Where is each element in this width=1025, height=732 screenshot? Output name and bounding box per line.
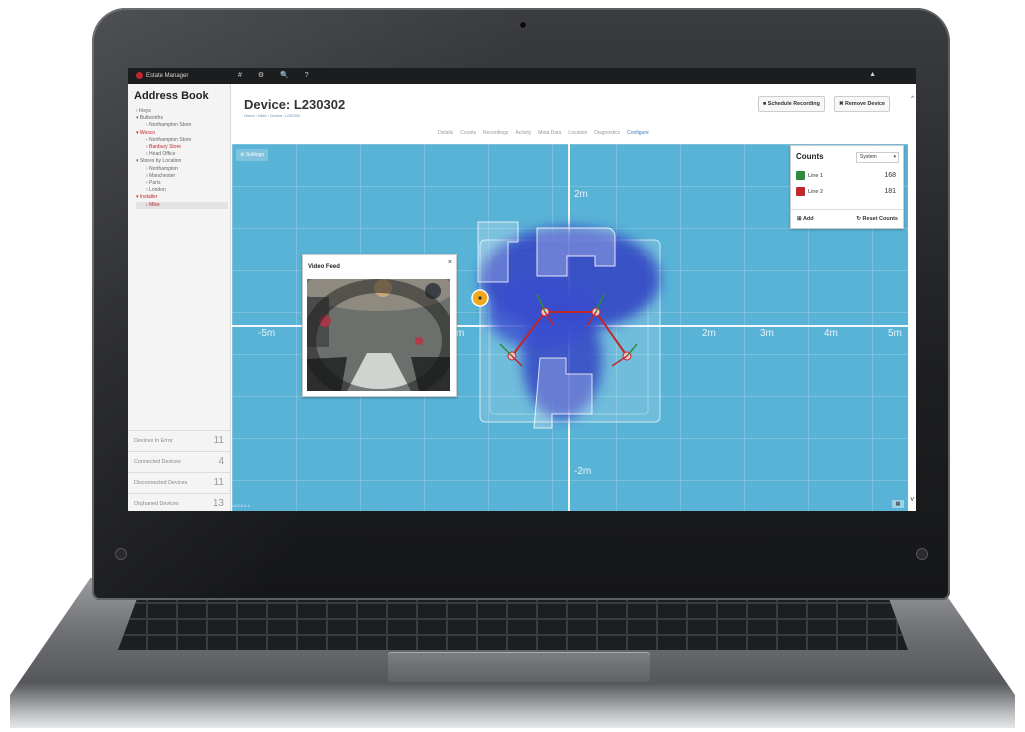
add-button[interactable]: ⊞ Add: [797, 216, 814, 222]
tab-meta-data[interactable]: Meta Data: [538, 130, 561, 136]
chevron-down-icon: ▾: [893, 154, 896, 160]
count-line-label: Line 1: [808, 172, 823, 179]
tree-item[interactable]: › Manchester: [136, 173, 228, 180]
count-row[interactable]: Line 2 181: [796, 187, 898, 200]
tick-x-label: 3m: [760, 328, 774, 339]
tree-item[interactable]: › London: [136, 187, 228, 194]
video-feed-image: [307, 279, 450, 391]
counts-footer: ⊞ Add ↻ Reset Counts: [791, 209, 903, 228]
person-icon[interactable]: ▲: [869, 71, 876, 78]
video-feed-window[interactable]: Video Feed ×: [302, 254, 457, 397]
line-color-swatch: [796, 187, 805, 196]
tab-activity[interactable]: Activity: [515, 130, 531, 136]
count-value: 168: [884, 172, 896, 179]
device-counter[interactable]: Connected Devices 4: [128, 451, 230, 472]
scroll-up-icon[interactable]: ^: [911, 96, 914, 102]
tree-item[interactable]: ▾ Installer: [136, 194, 228, 201]
device-counter[interactable]: Orphaned Devices 13: [128, 493, 230, 511]
reset-counts-button[interactable]: ↻ Reset Counts: [856, 216, 898, 222]
counts-title: Counts: [796, 152, 824, 161]
tree-item[interactable]: ▾ Stores by Location: [136, 158, 228, 165]
tick-y-label: -2m: [574, 466, 592, 477]
counts-select-value: System: [860, 154, 877, 160]
breadcrumb[interactable]: Home › Mike › Device: L230302: [244, 113, 300, 118]
device-counter-label: Disconnected Devices: [134, 480, 188, 486]
device-counters: Devices In Error 11 Connected Devices 4 Disc…: [128, 430, 230, 511]
device-counter-label: Devices In Error: [134, 438, 173, 444]
device-counter-label: Connected Devices: [134, 459, 181, 465]
lid-bumper-left: [115, 548, 127, 560]
tab-configure[interactable]: Configure: [627, 130, 649, 136]
tree-item[interactable]: › Banbury Store: [136, 144, 228, 151]
device-counter[interactable]: Disconnected Devices 11: [128, 472, 230, 493]
reset-label: Reset Counts: [862, 216, 898, 222]
page-title: Device: L230302: [244, 97, 346, 112]
counts-select[interactable]: System ▾: [856, 152, 899, 163]
count-value: 181: [884, 188, 896, 195]
device-counter-value: 11: [213, 435, 224, 446]
tree-item[interactable]: › Northampton Store: [136, 122, 228, 129]
tree-item[interactable]: › Paris: [136, 180, 228, 187]
video-feed-title: Video Feed: [308, 264, 340, 270]
device-counter[interactable]: Devices In Error 11: [128, 430, 230, 451]
tick-x-label: 5m: [888, 328, 902, 339]
tick-x-label: 4m: [824, 328, 838, 339]
count-line-label: Line 2: [808, 188, 823, 195]
close-icon[interactable]: ×: [448, 259, 452, 266]
tree-item[interactable]: › Mike: [136, 201, 228, 209]
device-tabs: Details Counts Recordings Activity Meta Data…: [438, 130, 656, 136]
address-book-tree: › Irisys ▾ Bullworths › Northampton Store ▾…: [136, 108, 228, 209]
tree-item[interactable]: › Head Office: [136, 151, 228, 158]
tree-item[interactable]: › Northampton Store: [136, 137, 228, 144]
count-row[interactable]: Line 1 168: [796, 171, 898, 184]
tab-recordings[interactable]: Recordings: [483, 130, 508, 136]
tree-item[interactable]: › Northampton: [136, 166, 228, 173]
map-settings-button[interactable]: ⚙ Settings: [236, 149, 268, 161]
tick-x-label: m: [456, 328, 465, 339]
device-counter-value: 11: [213, 477, 224, 488]
device-counter-value: 4: [218, 456, 224, 467]
add-label: Add: [802, 216, 814, 222]
tick-x-label: -5m: [258, 328, 276, 339]
counts-panel: Counts System ▾ Line 1 168 Line 2 181 ⊞ …: [790, 145, 904, 229]
app-logo-icon: [136, 72, 143, 79]
topbar-icons[interactable]: # ⚙ 🔍 ?: [238, 71, 316, 79]
screen: Estate Manager # ⚙ 🔍 ? ▲ Address Book › …: [128, 68, 916, 511]
tab-location[interactable]: Location: [568, 130, 587, 136]
app-topbar: Estate Manager # ⚙ 🔍 ? ▲: [128, 68, 916, 84]
sidebar-title: Address Book: [134, 90, 209, 102]
tick-x-label: 2m: [702, 328, 716, 339]
tab-details[interactable]: Details: [438, 130, 453, 136]
app-brand[interactable]: Estate Manager: [136, 72, 188, 79]
tick-y-label: 2m: [574, 189, 588, 200]
app-brand-label: Estate Manager: [146, 73, 189, 80]
schedule-recording-button[interactable]: ■ Schedule Recording: [758, 96, 825, 112]
device-counter-value: 13: [212, 498, 224, 509]
laptop-trackpad: [388, 652, 650, 682]
scroll-down-icon[interactable]: v: [911, 496, 915, 503]
refresh-icon: ↻: [856, 216, 862, 222]
tab-diagnostics[interactable]: Diagnostics: [594, 130, 620, 136]
webcam: [520, 22, 526, 28]
map-layers-icon[interactable]: ▦: [892, 500, 904, 508]
version-label: v4.2.0.0.4: [232, 503, 250, 508]
line-color-swatch: [796, 171, 805, 180]
remove-device-button[interactable]: ✖ Remove Device: [834, 96, 890, 112]
tree-item[interactable]: › Irisys: [136, 108, 228, 115]
lid-bumper-right: [916, 548, 928, 560]
add-icon: ⊞: [797, 216, 802, 222]
tree-item[interactable]: ▾ Wesco: [136, 130, 228, 137]
device-counter-label: Orphaned Devices: [134, 501, 179, 507]
sidebar: Address Book › Irisys ▾ Bullworths › North…: [128, 84, 231, 511]
tree-item[interactable]: ▾ Bullworths: [136, 115, 228, 122]
tab-counts[interactable]: Counts: [460, 130, 476, 136]
